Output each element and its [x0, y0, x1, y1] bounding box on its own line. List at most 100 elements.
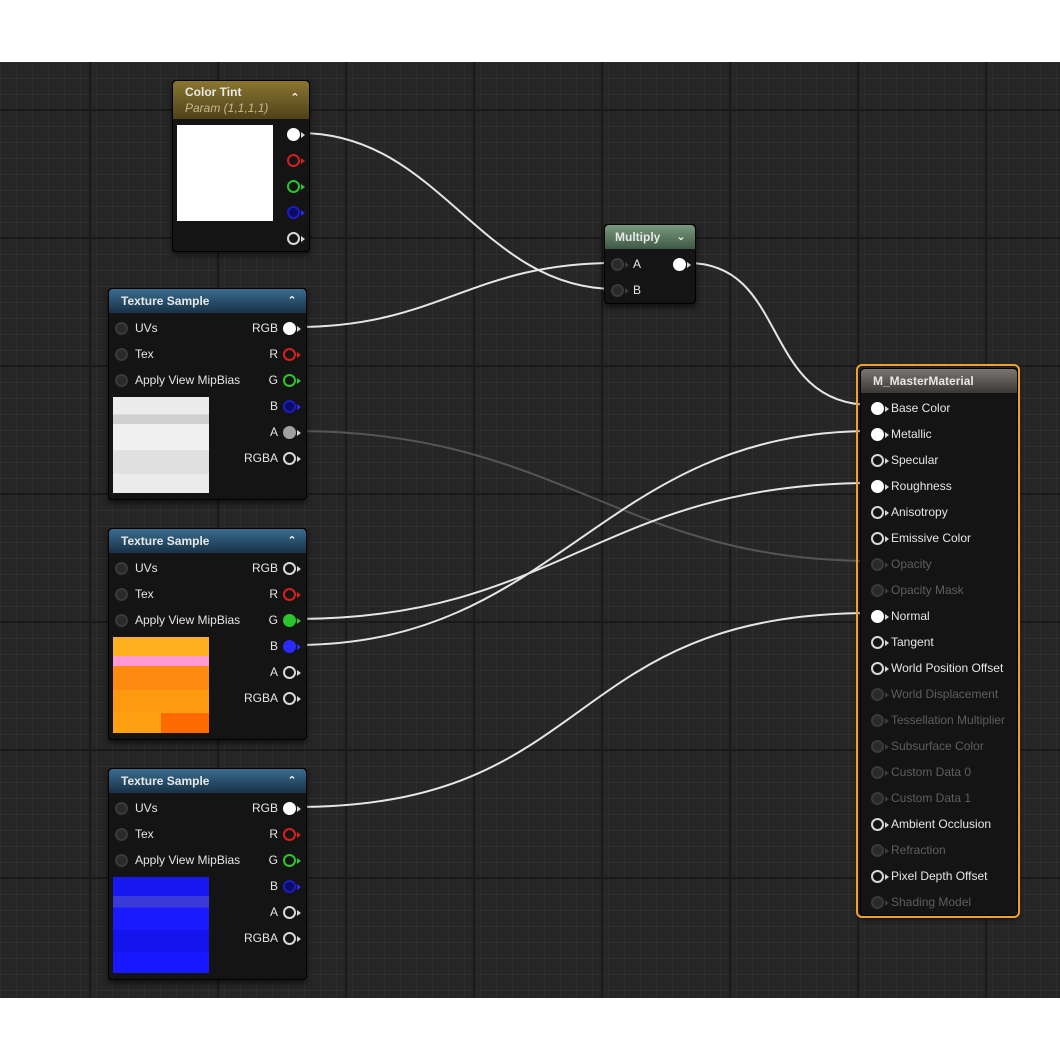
- pin-arrow: [885, 640, 889, 646]
- input-pin-uvs[interactable]: [115, 562, 128, 575]
- output-label-a: A: [269, 905, 278, 919]
- input-label-tex: Tex: [135, 587, 154, 601]
- input-pin-mipbias[interactable]: [115, 374, 128, 387]
- input-pin-opacity[interactable]: [871, 558, 884, 571]
- chevron-up-icon[interactable]: ⌃: [286, 289, 298, 313]
- input-label-roughness: Roughness: [891, 479, 952, 493]
- output-pin-rgba[interactable]: [283, 932, 296, 945]
- output-pin-a[interactable]: [283, 426, 296, 439]
- input-pin-tessellation-multiplier[interactable]: [871, 714, 884, 727]
- input-pin-shading-model[interactable]: [871, 896, 884, 909]
- output-pin-b[interactable]: [283, 880, 296, 893]
- input-pin-base-color[interactable]: [871, 402, 884, 415]
- texture-sample-node-1[interactable]: Texture Sample ⌃ UVs Tex Apply View MipB…: [108, 288, 307, 500]
- input-pin-world-displacement[interactable]: [871, 688, 884, 701]
- output-label-rgba: RGBA: [243, 931, 278, 945]
- input-pin-tex[interactable]: [115, 348, 128, 361]
- input-pin-custom-data-1[interactable]: [871, 792, 884, 805]
- input-pin-ambient-occlusion[interactable]: [871, 818, 884, 831]
- pin-arrow: [885, 796, 889, 802]
- input-pin-metallic[interactable]: [871, 428, 884, 441]
- chevron-up-icon[interactable]: ⌃: [289, 91, 301, 104]
- material-graph-canvas[interactable]: Color Tint Param (1,1,1,1) ⌃ Multiply ⌄ …: [0, 62, 1060, 998]
- master-material-node[interactable]: M_MasterMaterial Base Color Metallic Specu…: [860, 368, 1018, 916]
- texture-sample-header[interactable]: Texture Sample ⌃: [109, 769, 306, 793]
- multiply-header[interactable]: Multiply ⌄: [605, 225, 695, 249]
- input-label-shading-model: Shading Model: [891, 895, 972, 909]
- output-pin-rgb[interactable]: [283, 322, 296, 335]
- output-pin-a[interactable]: [283, 666, 296, 679]
- input-pin-specular[interactable]: [871, 454, 884, 467]
- output-pin-r[interactable]: [283, 348, 296, 361]
- input-label-mipbias: Apply View MipBias: [135, 853, 241, 867]
- input-label-emissive-color: Emissive Color: [891, 531, 972, 545]
- output-pin-a[interactable]: [287, 232, 300, 245]
- pin-arrow: [885, 510, 889, 516]
- pin-arrow: [885, 536, 889, 542]
- multiply-node[interactable]: Multiply ⌄ A B: [604, 224, 696, 304]
- input-label-uvs: UVs: [135, 801, 158, 815]
- wire-multiply-to-basecolor: [687, 262, 873, 406]
- input-pin-opacity-mask[interactable]: [871, 584, 884, 597]
- chevron-up-icon[interactable]: ⌃: [286, 529, 298, 553]
- output-pin-rgba[interactable]: [283, 692, 296, 705]
- output-pin-g[interactable]: [287, 180, 300, 193]
- output-pin-g[interactable]: [283, 854, 296, 867]
- chevron-down-icon[interactable]: ⌄: [675, 225, 687, 249]
- master-material-header[interactable]: M_MasterMaterial: [861, 369, 1017, 393]
- input-pin-pixel-depth-offset[interactable]: [871, 870, 884, 883]
- input-pin-world-position-offset[interactable]: [871, 662, 884, 675]
- output-label-rgba: RGBA: [243, 451, 278, 465]
- input-pin-mipbias[interactable]: [115, 614, 128, 627]
- pin-arrow: [885, 588, 889, 594]
- output-pin-rgba[interactable]: [283, 452, 296, 465]
- output-pin[interactable]: [673, 258, 686, 271]
- pin-arrow: [885, 770, 889, 776]
- input-label-tessellation-multiplier: Tessellation Multiplier: [891, 713, 1006, 727]
- input-label-tex: Tex: [135, 347, 154, 361]
- output-pin-a[interactable]: [283, 906, 296, 919]
- input-label-metallic: Metallic: [891, 427, 932, 441]
- input-pin-tex[interactable]: [115, 588, 128, 601]
- input-pin-anisotropy[interactable]: [871, 506, 884, 519]
- output-pin-r[interactable]: [283, 588, 296, 601]
- color-tint-header[interactable]: Color Tint Param (1,1,1,1) ⌃: [173, 81, 309, 119]
- output-pin-r[interactable]: [287, 154, 300, 167]
- input-pin-tangent[interactable]: [871, 636, 884, 649]
- output-label-g: G: [268, 613, 278, 627]
- color-swatch: [177, 125, 273, 221]
- output-pin-r[interactable]: [283, 828, 296, 841]
- texture-sample-header[interactable]: Texture Sample ⌃: [109, 529, 306, 553]
- color-tint-node[interactable]: Color Tint Param (1,1,1,1) ⌃: [172, 80, 310, 252]
- texture-sample-header[interactable]: Texture Sample ⌃: [109, 289, 306, 313]
- input-label-specular: Specular: [891, 453, 939, 467]
- output-pin-b[interactable]: [283, 400, 296, 413]
- wire-tex1-to-multiply-a: [295, 262, 616, 328]
- input-pin-a[interactable]: [611, 258, 624, 271]
- input-pin-roughness[interactable]: [871, 480, 884, 493]
- input-pin-mipbias[interactable]: [115, 854, 128, 867]
- wire-tex2g-to-roughness: [295, 482, 873, 620]
- input-pin-normal[interactable]: [871, 610, 884, 623]
- input-pin-tex[interactable]: [115, 828, 128, 841]
- output-pin-b[interactable]: [287, 206, 300, 219]
- output-pin-rgba[interactable]: [287, 128, 300, 141]
- output-label-g: G: [268, 373, 278, 387]
- chevron-up-icon[interactable]: ⌃: [286, 769, 298, 793]
- pin-arrow: [885, 614, 889, 620]
- input-pin-emissive-color[interactable]: [871, 532, 884, 545]
- input-pin-b[interactable]: [611, 284, 624, 297]
- output-pin-g[interactable]: [283, 614, 296, 627]
- input-pin-custom-data-0[interactable]: [871, 766, 884, 779]
- output-pin-b[interactable]: [283, 640, 296, 653]
- output-pin-rgb[interactable]: [283, 562, 296, 575]
- input-pin-uvs[interactable]: [115, 802, 128, 815]
- input-pin-subsurface-color[interactable]: [871, 740, 884, 753]
- pin-arrow: [885, 822, 889, 828]
- texture-sample-node-2[interactable]: Texture Sample ⌃ UVs Tex Apply View MipB…: [108, 528, 307, 740]
- input-pin-uvs[interactable]: [115, 322, 128, 335]
- output-pin-g[interactable]: [283, 374, 296, 387]
- texture-sample-node-3[interactable]: Texture Sample ⌃ UVs Tex Apply View MipB…: [108, 768, 307, 980]
- input-pin-refraction[interactable]: [871, 844, 884, 857]
- output-pin-rgb[interactable]: [283, 802, 296, 815]
